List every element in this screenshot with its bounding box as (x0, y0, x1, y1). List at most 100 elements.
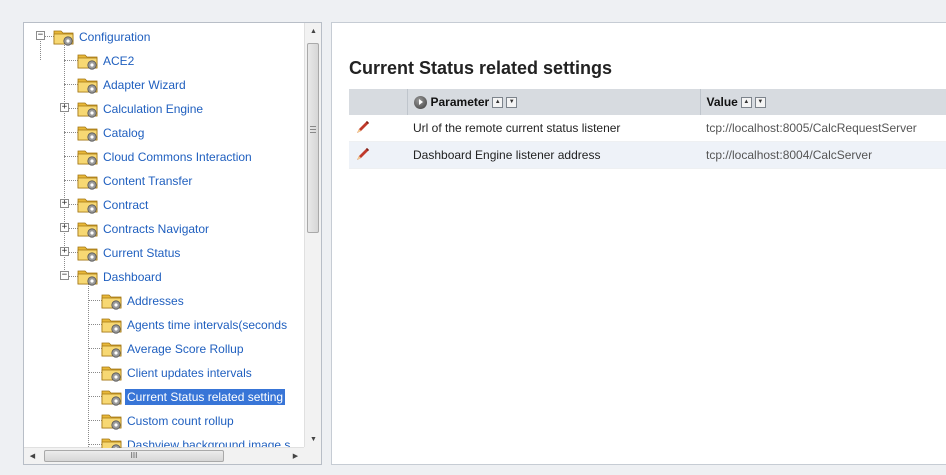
table-row[interactable]: Url of the remote current status listene… (349, 115, 946, 142)
tree-node-label[interactable]: Calculation Engine (101, 101, 205, 117)
tree-node[interactable]: Agents time intervals(seconds (24, 313, 304, 337)
thumb-grip (310, 132, 316, 133)
tree-connector-line (88, 300, 102, 301)
tree-connector-line (88, 420, 102, 421)
tree-node-label[interactable]: ACE2 (101, 53, 136, 69)
tree-connector-line (64, 180, 78, 181)
folder-gear-icon (101, 318, 122, 334)
folder-gear-icon (77, 54, 98, 70)
tree-node[interactable]: Client updates intervals (24, 361, 304, 385)
tree-connector-line (64, 156, 78, 157)
tree-node[interactable]: Addresses (24, 289, 304, 313)
tree-node-label[interactable]: Current Status (101, 245, 182, 261)
folder-gear-icon (101, 390, 122, 406)
sort-up-icon[interactable]: ▲ (492, 97, 504, 109)
expand-icon[interactable]: + (60, 199, 69, 208)
tree-connector-line (88, 324, 102, 325)
expand-icon[interactable]: + (60, 223, 69, 232)
value-header-label: Value (706, 95, 738, 109)
folder-gear-icon (77, 126, 98, 142)
folder-gear-icon (77, 246, 98, 262)
tree-node-label[interactable]: Custom count rollup (125, 413, 236, 429)
parameter-cell: Dashboard Engine listener address (407, 141, 700, 169)
tree-connector-line (88, 396, 102, 397)
thumb-grip (310, 126, 316, 127)
folder-gear-icon (77, 102, 98, 118)
tree-vertical-scrollbar[interactable]: ▲ ▼ (304, 23, 321, 448)
pencil-icon[interactable] (355, 119, 371, 135)
tree-connector-line (64, 60, 78, 61)
folder-gear-icon (77, 270, 98, 286)
tree-node[interactable]: Average Score Rollup (24, 337, 304, 361)
parameter-header-label: Parameter (430, 94, 490, 109)
scrollbar-corner (304, 447, 321, 464)
tree-node[interactable]: Custom count rollup (24, 409, 304, 433)
tree-node-label[interactable]: Content Transfer (101, 173, 194, 189)
tree-node-label[interactable]: Addresses (125, 293, 186, 309)
folder-gear-icon (77, 222, 98, 238)
scroll-down-arrow-icon[interactable]: ▼ (305, 431, 322, 448)
horizontal-scroll-thumb[interactable]: III (44, 450, 224, 462)
tree-node[interactable]: Catalog (24, 121, 304, 145)
collapse-icon[interactable]: − (60, 271, 69, 280)
tree-horizontal-scrollbar[interactable]: ◀ III ▶ (24, 447, 304, 464)
tree-view: − Configuration ACE2 Adapter Wizard + Calcula… (24, 23, 304, 448)
pencil-icon[interactable] (355, 146, 371, 162)
tree-node[interactable]: − Dashboard (24, 265, 304, 289)
sort-up-icon[interactable]: ▲ (740, 97, 752, 109)
tree-connector-line (88, 372, 102, 373)
scroll-up-arrow-icon[interactable]: ▲ (305, 23, 322, 40)
tree-node[interactable]: Content Transfer (24, 169, 304, 193)
parameter-cell: Url of the remote current status listene… (407, 115, 700, 142)
tree-node-label[interactable]: Cloud Commons Interaction (101, 149, 254, 165)
tree-node-label[interactable]: Average Score Rollup (125, 341, 246, 357)
folder-gear-icon (101, 438, 122, 448)
tree-node[interactable]: Dashview background image s (24, 433, 304, 448)
expand-icon[interactable]: + (60, 247, 69, 256)
tree-node[interactable]: + Calculation Engine (24, 97, 304, 121)
sort-down-icon[interactable]: ▼ (506, 97, 518, 109)
tree-node-label[interactable]: Catalog (101, 125, 146, 141)
tree-node-label[interactable]: Adapter Wizard (101, 77, 188, 93)
tree-node[interactable]: − Configuration (24, 25, 304, 49)
tree-node[interactable]: + Contract (24, 193, 304, 217)
tree-connector-line (88, 444, 102, 445)
edit-cell[interactable] (349, 115, 407, 142)
tree-node-label[interactable]: Dashboard (101, 269, 164, 285)
parameter-column-header[interactable]: Parameter ▲ ▼ (407, 89, 701, 115)
thumb-grip-label: III (130, 451, 138, 460)
tree-node[interactable]: Cloud Commons Interaction (24, 145, 304, 169)
tree-node-label[interactable]: Contract (101, 197, 150, 213)
scroll-right-arrow-icon[interactable]: ▶ (287, 448, 304, 465)
table-row[interactable]: Dashboard Engine listener address tcp://… (349, 141, 946, 169)
edit-column-header (349, 89, 408, 115)
settings-table: Parameter ▲ ▼ Value ▲ ▼ Url of the remote cu… (349, 89, 946, 169)
tree-connector-line (64, 132, 78, 133)
tree-node[interactable]: Current Status related setting (24, 385, 304, 409)
vertical-scroll-thumb[interactable] (307, 43, 319, 233)
tree-node-label[interactable]: Contracts Navigator (101, 221, 211, 237)
folder-gear-icon (77, 150, 98, 166)
tree-node-label[interactable]: Current Status related setting (125, 389, 286, 405)
tree-node[interactable]: Adapter Wizard (24, 73, 304, 97)
scroll-left-arrow-icon[interactable]: ◀ (24, 448, 41, 465)
expand-icon[interactable]: + (60, 103, 69, 112)
thumb-grip (310, 129, 316, 130)
tree-node-label[interactable]: Client updates intervals (125, 365, 254, 381)
tree-node-label[interactable]: Configuration (77, 29, 152, 45)
collapse-icon[interactable]: − (36, 31, 45, 40)
tree-node[interactable]: + Contracts Navigator (24, 217, 304, 241)
edit-cell[interactable] (349, 141, 407, 169)
tree-node[interactable]: + Current Status (24, 241, 304, 265)
value-cell: tcp://localhost:8005/CalcRequestServer (700, 115, 946, 142)
folder-gear-icon (101, 342, 122, 358)
tree-node[interactable]: ACE2 (24, 49, 304, 73)
value-column-header[interactable]: Value ▲ ▼ (700, 89, 946, 115)
tree-connector-line (64, 84, 78, 85)
folder-gear-icon (101, 366, 122, 382)
table-header-row: Parameter ▲ ▼ Value ▲ ▼ (349, 89, 946, 115)
tree-node-label[interactable]: Agents time intervals(seconds (125, 317, 289, 333)
folder-gear-icon (77, 78, 98, 94)
sort-down-icon[interactable]: ▼ (754, 97, 766, 109)
circle-arrow-icon[interactable] (413, 96, 427, 110)
